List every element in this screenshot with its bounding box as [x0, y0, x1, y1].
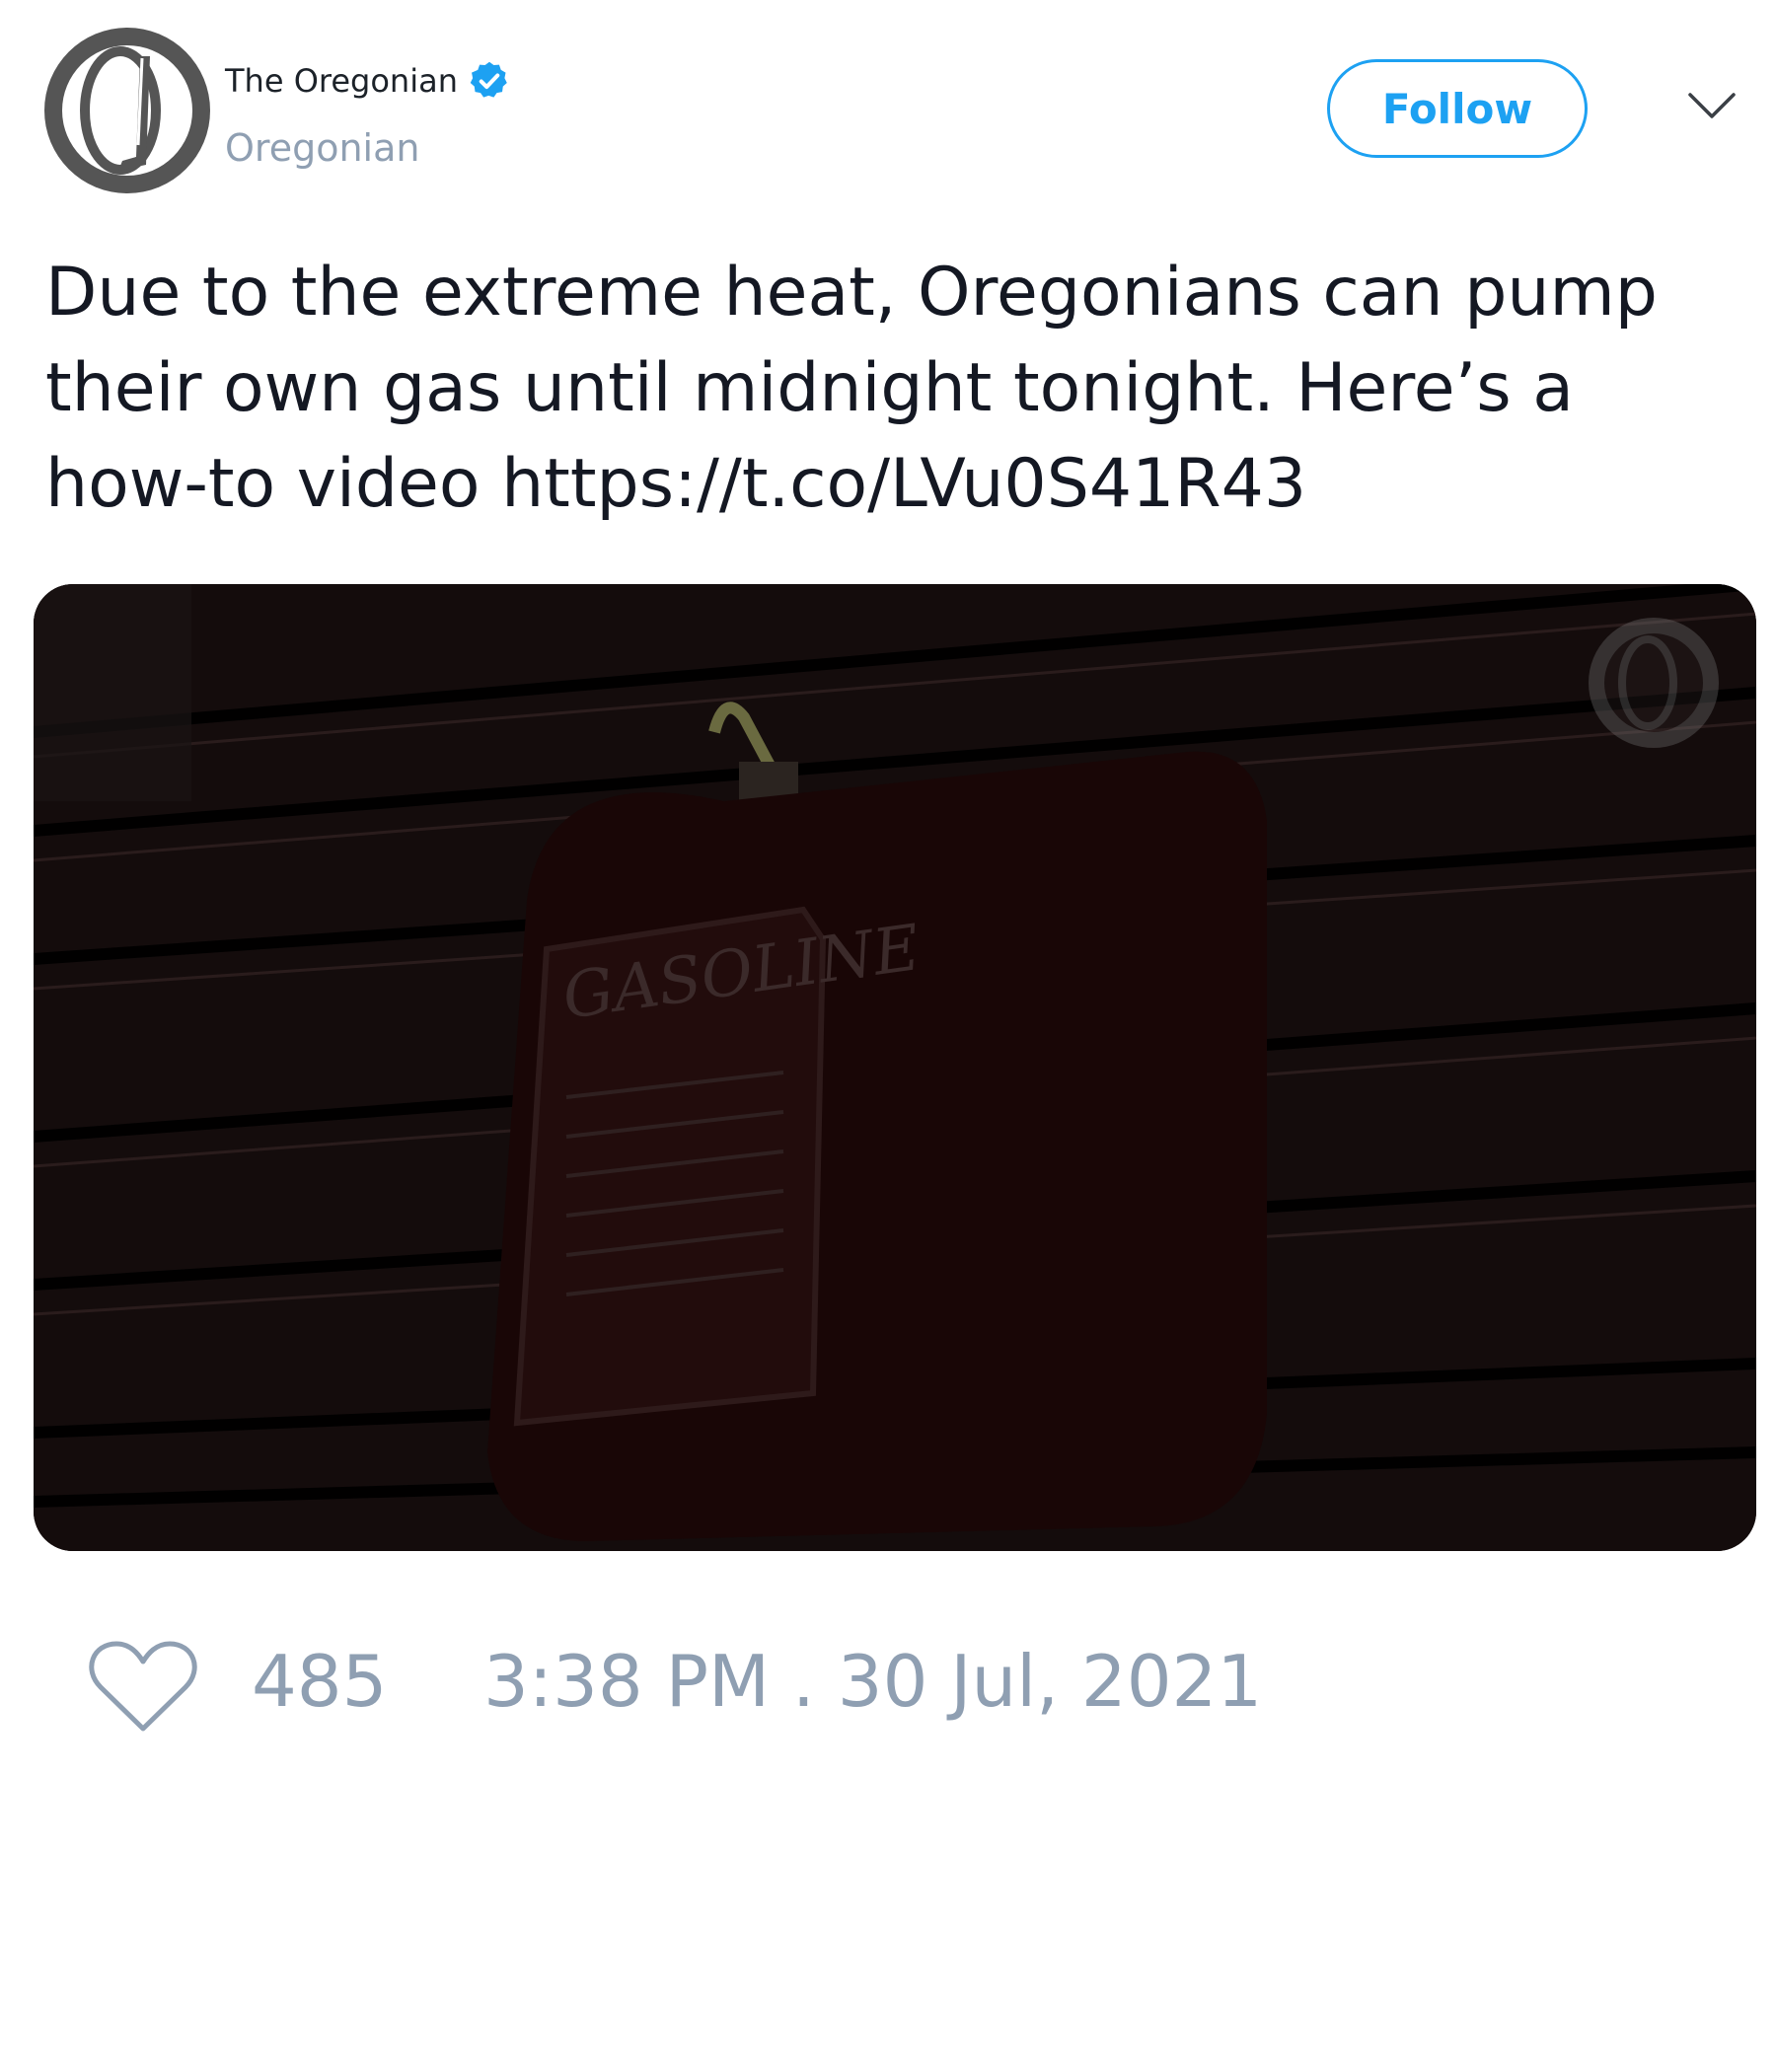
follow-button[interactable]: Follow — [1327, 59, 1588, 158]
watermark-logo-icon — [1589, 618, 1719, 748]
tweet-text: Due to the extreme heat, Oregonians can … — [45, 254, 1658, 523]
video-frame: GASOLINE — [34, 584, 1756, 1551]
tweet-timestamp[interactable]: 3:38 PM . 30 Jul, 2021 — [483, 1640, 1262, 1723]
author-handle[interactable]: Oregonian — [225, 126, 419, 170]
author-display-name[interactable]: The Oregonian — [225, 62, 458, 100]
tweet-header: The Oregonian Oregonian Follow — [0, 0, 1776, 217]
oregonian-logo-icon — [44, 28, 210, 193]
verified-badge-icon — [470, 61, 507, 98]
chevron-down-icon[interactable] — [1687, 91, 1737, 120]
video-thumbnail[interactable]: GASOLINE — [34, 584, 1756, 1551]
author-name-row: The Oregonian — [225, 59, 511, 103]
heart-icon[interactable] — [89, 1638, 197, 1735]
avatar[interactable] — [43, 27, 211, 194]
like-count: 485 — [252, 1640, 388, 1723]
tweet-footer: 485 3:38 PM . 30 Jul, 2021 — [0, 1618, 1776, 1746]
